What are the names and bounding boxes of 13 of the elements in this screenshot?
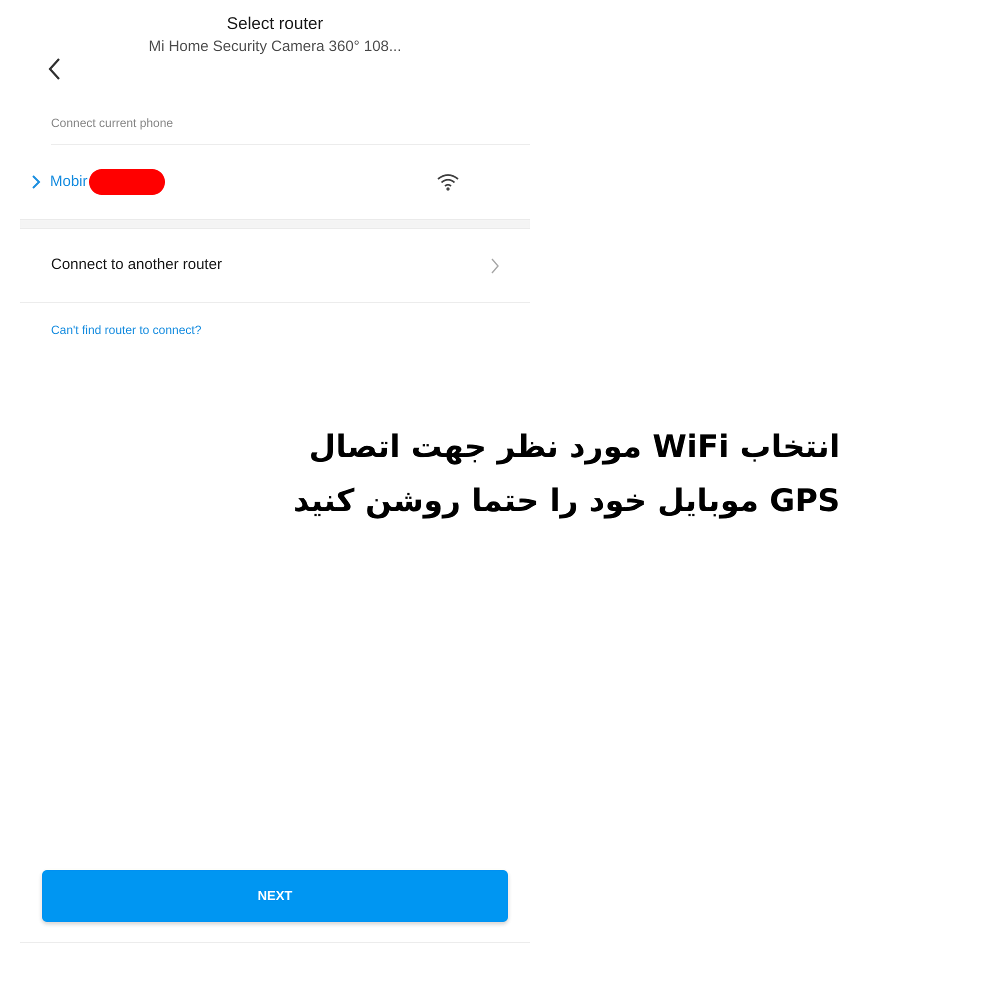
device-subtitle: Mi Home Security Camera 360° 108...: [148, 37, 402, 57]
caption-text: GPS موبایل خود را حتما روشن کنید: [292, 482, 840, 521]
chevron-icon: [490, 256, 500, 274]
help-link[interactable]: Can't find router to connect?: [51, 321, 202, 339]
section-label: Connect current phone: [51, 100, 530, 145]
connect-other-router-item[interactable]: Connect to another router: [20, 229, 530, 303]
caption-text: انتخاب WiFi مورد نظر جهت اتصال: [308, 428, 840, 467]
network-item[interactable]: Mobir: [20, 145, 530, 219]
chevron-icon: [30, 175, 42, 189]
next-button[interactable]: NEXT: [42, 870, 508, 922]
network-name: Mobir: [50, 172, 88, 192]
screen-title: Select router: [226, 13, 324, 35]
wifi-icon: [436, 173, 460, 191]
